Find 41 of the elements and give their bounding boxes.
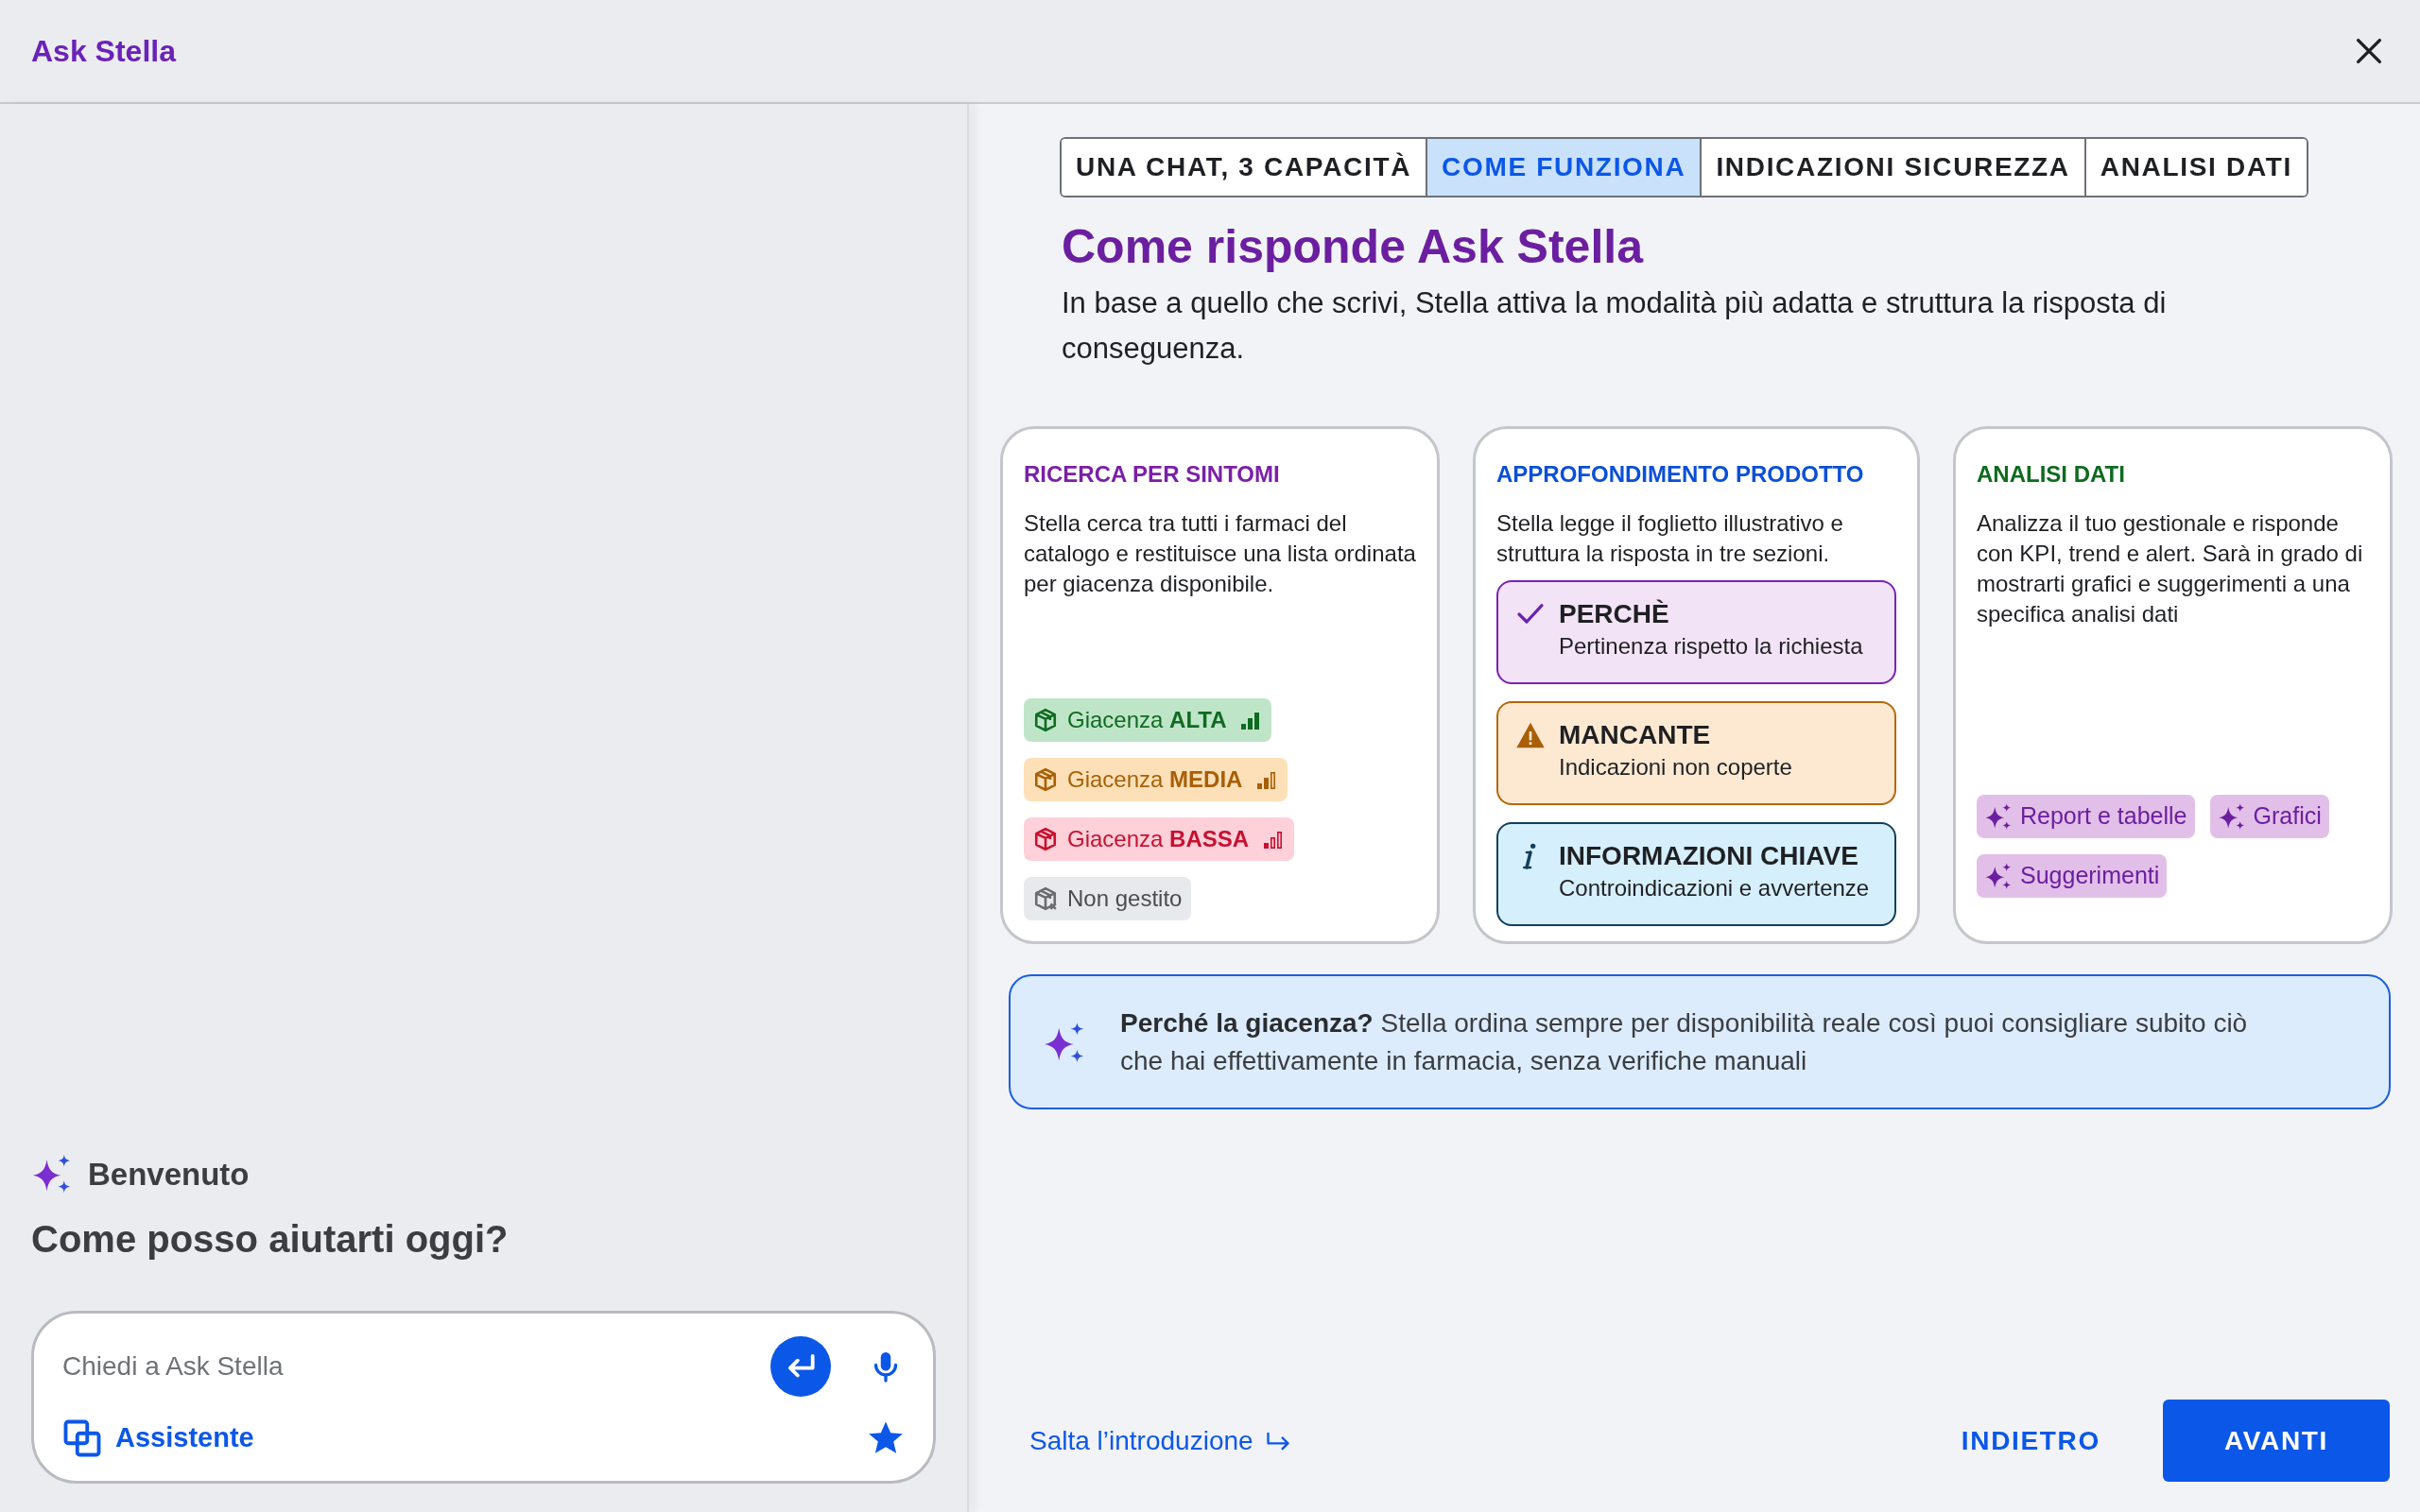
overlapping-squares-icon [62, 1418, 102, 1458]
section-description: Controindicazioni e avvertenze [1559, 874, 1870, 902]
section-title: PERCHÈ [1559, 598, 1670, 630]
sparkle-icon [1984, 862, 2013, 890]
welcome-label: Benvenuto [88, 1155, 250, 1194]
section-description: Indicazioni non coperte [1559, 753, 1792, 782]
skip-intro-link[interactable]: Salta l’introduzione [1029, 1420, 1291, 1461]
feature-tag: Grafici [2209, 795, 2329, 838]
badge-label: Giacenza MEDIA [1067, 765, 1243, 794]
assistant-mode-button[interactable]: Assistente [62, 1417, 254, 1459]
section-title: INFORMAZIONI CHIAVE [1559, 840, 1859, 872]
tab[interactable]: COME FUNZIONA [1426, 139, 1701, 196]
card-description: Analizza il tuo gestionale e risponde con KPI, trend e alert. Sarà in grado di mostrarti grafici e suggerimenti a una specifica analisi dati [1977, 509, 2364, 628]
feature-tag: Suggerimenti [1977, 854, 2168, 898]
chat-input-field[interactable]: Chiedi a Ask Stella [62, 1346, 733, 1386]
info-text: Perché la giacenza? Stella ordina sempre per disponibilità reale così puoi consigliare subito ciò che hai effettivamente in farmacia, senza verifiche manuali [1120, 1006, 2249, 1077]
page-description: In base a quello che scrivi, Stella attiva la modalità più adatta e struttura la risposta di conseguenza. [1062, 285, 2168, 367]
box-icon [1033, 827, 1058, 851]
section-title: MANCANTE [1559, 719, 1712, 751]
prompt-heading: Come posso aiutarti oggi? [31, 1217, 510, 1262]
sparkle-icon [1984, 802, 2013, 831]
card-description: Stella legge il foglietto illustrativo e struttura la risposta in tre sezioni. [1496, 509, 1844, 568]
box-icon [1033, 886, 1058, 911]
box-icon [1033, 767, 1058, 792]
badge-label: Giacenza ALTA [1067, 706, 1227, 734]
next-button[interactable]: AVANTI [2163, 1400, 2390, 1482]
card-title: ANALISI DATI [1977, 460, 2126, 489]
badge-label: Non gestito [1067, 885, 1183, 913]
app-title: Ask Stella [31, 33, 176, 70]
card-title: APPROFONDIMENTO PRODOTTO [1496, 460, 1865, 489]
card-description: Stella cerca tra tutti i farmaci del catalogo e restituisce una lista ordinata per giacenza disponibile. [1024, 509, 1416, 598]
card-title: RICERCA PER SINTOMI [1024, 460, 1281, 489]
tab[interactable]: ANALISI DATI [2083, 139, 2307, 196]
section-description: Pertinenza rispetto la richiesta [1559, 632, 1863, 661]
box-icon [1033, 708, 1058, 732]
sparkle-icon [1043, 1020, 1086, 1064]
sparkle-icon [2217, 802, 2246, 831]
badge-label: Giacenza BASSA [1067, 825, 1250, 853]
page-heading: Come risponde Ask Stella [1062, 219, 1645, 275]
feature-tag: Report e tabelle [1977, 795, 2195, 838]
back-button[interactable]: INDIETRO [1932, 1400, 2129, 1482]
